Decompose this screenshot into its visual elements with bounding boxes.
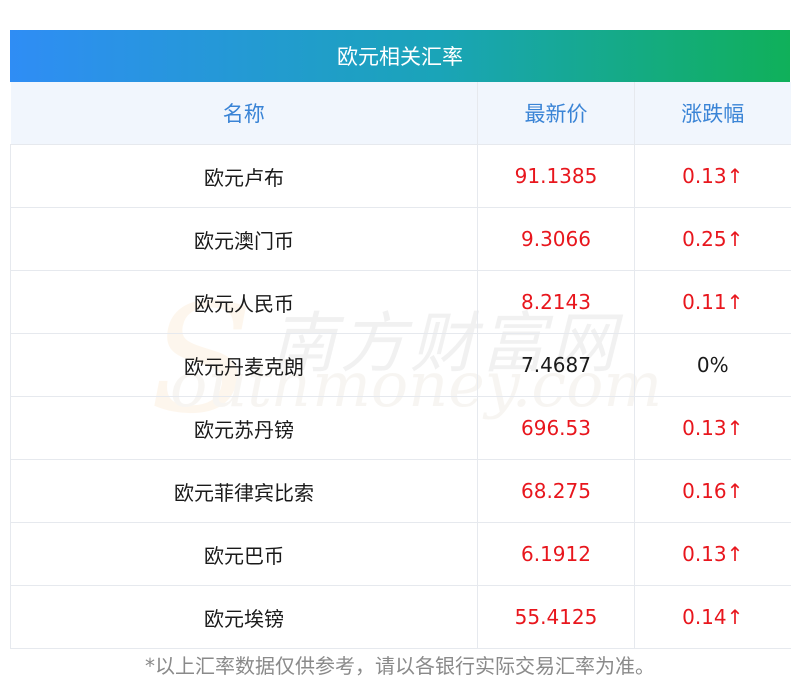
header-change: 涨跌幅 <box>634 82 791 145</box>
latest-price: 55.4125 <box>477 585 635 649</box>
currency-pair-name[interactable]: 欧元埃镑 <box>10 585 478 649</box>
currency-pair-name[interactable]: 欧元卢布 <box>10 144 478 208</box>
currency-pair-name[interactable]: 欧元澳门币 <box>10 207 478 271</box>
change-percent: 0.11↑ <box>634 270 791 334</box>
header-name: 名称 <box>10 82 478 145</box>
latest-price: 8.2143 <box>477 270 635 334</box>
latest-price: 91.1385 <box>477 144 635 208</box>
header-price: 最新价 <box>477 82 635 145</box>
table-row[interactable]: 欧元埃镑 55.4125 0.14↑ <box>10 585 791 649</box>
rate-table: 名称 最新价 涨跌幅 欧元卢布 91.1385 0.13↑ 欧元澳门币 9.3066 0.… <box>10 82 791 649</box>
latest-price: 6.1912 <box>477 522 635 586</box>
table-row[interactable]: 欧元人民币 8.2143 0.11↑ <box>10 270 791 334</box>
disclaimer-footnote: *以上汇率数据仅供参考，请以各银行实际交易汇率为准。 <box>145 654 655 678</box>
change-percent: 0.16↑ <box>634 459 791 523</box>
change-percent: 0.13↑ <box>634 522 791 586</box>
table-row[interactable]: 欧元巴币 6.1912 0.13↑ <box>10 522 791 586</box>
change-percent: 0.13↑ <box>634 144 791 208</box>
currency-pair-name[interactable]: 欧元人民币 <box>10 270 478 334</box>
latest-price: 9.3066 <box>477 207 635 271</box>
currency-pair-name[interactable]: 欧元巴币 <box>10 522 478 586</box>
currency-pair-name[interactable]: 欧元菲律宾比索 <box>10 459 478 523</box>
change-percent: 0% <box>634 333 791 397</box>
table-row[interactable]: 欧元菲律宾比索 68.275 0.16↑ <box>10 459 791 523</box>
table-title: 欧元相关汇率 <box>10 30 790 82</box>
table-row[interactable]: 欧元苏丹镑 696.53 0.13↑ <box>10 396 791 460</box>
table-row[interactable]: 欧元丹麦克朗 7.4687 0% <box>10 333 791 397</box>
change-percent: 0.13↑ <box>634 396 791 460</box>
latest-price: 696.53 <box>477 396 635 460</box>
table-row[interactable]: 欧元卢布 91.1385 0.13↑ <box>10 144 791 208</box>
change-percent: 0.25↑ <box>634 207 791 271</box>
currency-pair-name[interactable]: 欧元丹麦克朗 <box>10 333 478 397</box>
latest-price: 7.4687 <box>477 333 635 397</box>
currency-pair-name[interactable]: 欧元苏丹镑 <box>10 396 478 460</box>
rate-table-card: 欧元相关汇率 名称 最新价 涨跌幅 欧元卢布 91.1385 0.13↑ 欧元澳门币 9… <box>10 30 791 649</box>
change-percent: 0.14↑ <box>634 585 791 649</box>
table-row[interactable]: 欧元澳门币 9.3066 0.25↑ <box>10 207 791 271</box>
latest-price: 68.275 <box>477 459 635 523</box>
header-row: 名称 最新价 涨跌幅 <box>10 82 791 145</box>
page: S 南方财富网 outhmoney.com 欧元相关汇率 名称 最新价 涨跌幅 … <box>0 0 800 697</box>
